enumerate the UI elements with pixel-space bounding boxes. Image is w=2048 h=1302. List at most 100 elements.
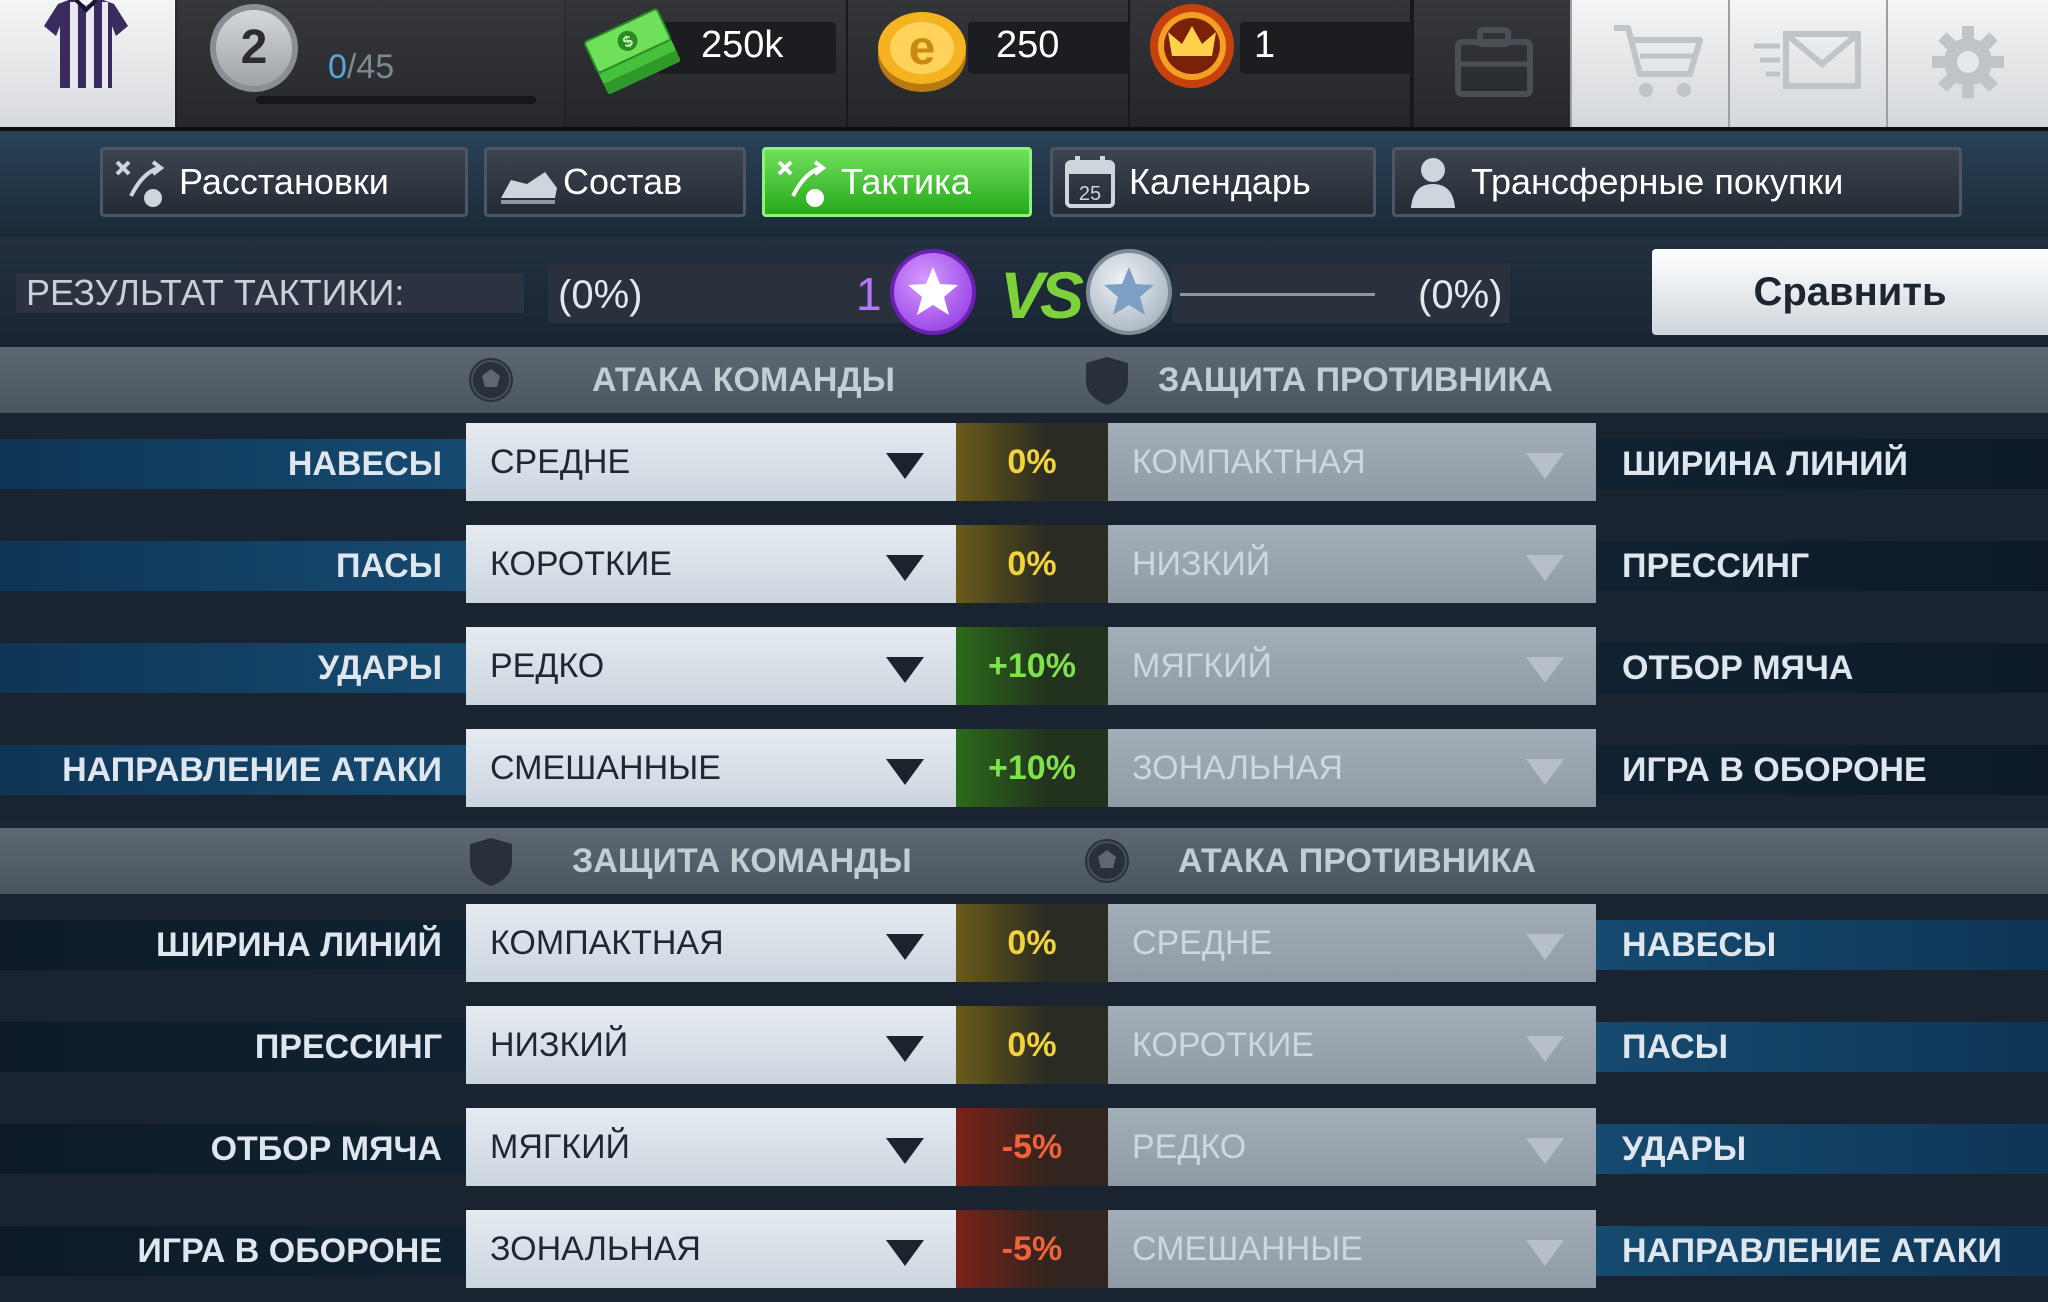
tactic-effect-percent: -5% — [956, 1210, 1108, 1288]
opponent-tactic-label: НАВЕСЫ — [1596, 920, 2048, 970]
tab-transfers[interactable]: Трансферные покупки — [1392, 147, 1962, 217]
tactic-label: ПРЕССИНГ — [0, 1022, 466, 1072]
dropdown-arrow-icon — [1526, 1138, 1564, 1164]
opponent-tactic-value: КОРОТКИЕ — [1108, 1006, 1596, 1084]
tactic-row: ШИРИНА ЛИНИЙ КОМПАКТНАЯ 0% СРЕДНЕ НАВЕСЫ — [0, 894, 2048, 996]
mail-button[interactable] — [1728, 0, 1886, 127]
tactic-label: ПАСЫ — [0, 541, 466, 591]
opponent-star-badge — [1086, 249, 1172, 335]
player-star-badge — [890, 249, 976, 335]
ball-icon — [1085, 839, 1129, 883]
opponent-defense-title: ЗАЩИТА ПРОТИВНИКА — [1158, 361, 1553, 399]
club-jersey-button[interactable] — [0, 0, 175, 127]
level-badge: 2 — [210, 4, 298, 92]
dropdown-arrow-icon — [886, 934, 924, 960]
dropdown-arrow-icon — [1526, 657, 1564, 683]
nav-tabs: Расстановки Состав Тактика 25 Календарь — [0, 131, 2048, 237]
tab-tactics[interactable]: Тактика — [762, 147, 1032, 217]
cart-icon — [1614, 25, 1703, 97]
level-panel[interactable]: 2 0/45 — [178, 0, 564, 127]
tactic-row: УДАРЫ РЕДКО +10% МЯГКИЙ ОТБОР МЯЧА — [0, 617, 2048, 719]
mail-icon — [1754, 31, 1861, 89]
dropdown-arrow-icon — [886, 759, 924, 785]
tactic-dropdown-value: СМЕШАННЫЕ — [490, 749, 721, 787]
dropdown-arrow-icon — [886, 657, 924, 683]
tactic-effect-percent: 0% — [956, 423, 1108, 501]
tactics-result-bar: РЕЗУЛЬТАТ ТАКТИКИ: (0%) 1 VS (0%) Сравни… — [0, 237, 2048, 347]
shield-icon — [470, 838, 512, 886]
cash-panel[interactable]: $ 250k — [566, 0, 848, 127]
tactic-label: УДАРЫ — [0, 643, 466, 693]
tactic-effect-percent: +10% — [956, 627, 1108, 705]
opponent-tactic-value-text: НИЗКИЙ — [1132, 545, 1271, 583]
level-progress: 0/45 — [328, 48, 395, 86]
tactic-label: ИГРА В ОБОРОНЕ — [0, 1226, 466, 1276]
tactic-dropdown[interactable]: НИЗКИЙ — [466, 1006, 956, 1084]
tactic-effect-percent: -5% — [956, 1108, 1108, 1186]
dropdown-arrow-icon — [1526, 759, 1564, 785]
tactic-row: ОТБОР МЯЧА МЯГКИЙ -5% РЕДКО УДАРЫ — [0, 1098, 2048, 1200]
tactic-dropdown[interactable]: СМЕШАННЫЕ — [466, 729, 956, 807]
opponent-tactic-value: КОМПАКТНАЯ — [1108, 423, 1596, 501]
tab-squad[interactable]: Состав — [484, 147, 746, 217]
tab-calendar-label: Календарь — [1129, 161, 1311, 202]
level-progress-bar — [256, 96, 536, 104]
opponent-tactic-label: УДАРЫ — [1596, 1124, 2048, 1174]
tactic-dropdown[interactable]: РЕДКО — [466, 627, 956, 705]
opponent-tactic-value-text: КОРОТКИЕ — [1132, 1026, 1314, 1064]
calendar-day: 25 — [1079, 183, 1101, 205]
tactic-label: НАПРАВЛЕНИЕ АТАКИ — [0, 745, 466, 795]
opponent-tactic-label: НАПРАВЛЕНИЕ АТАКИ — [1596, 1226, 2048, 1276]
dropdown-arrow-icon — [886, 555, 924, 581]
tactic-dropdown[interactable]: МЯГКИЙ — [466, 1108, 956, 1186]
opponent-tactic-value: СМЕШАННЫЕ — [1108, 1210, 1596, 1288]
dropdown-arrow-icon — [1526, 934, 1564, 960]
tactic-dropdown[interactable]: КОРОТКИЕ — [466, 525, 956, 603]
tactic-row: НАВЕСЫ СРЕДНЕ 0% КОМПАКТНАЯ ШИРИНА ЛИНИЙ — [0, 413, 2048, 515]
tactic-effect-percent: 0% — [956, 525, 1108, 603]
opponent-tactic-value: МЯГКИЙ — [1108, 627, 1596, 705]
tactic-dropdown-value: РЕДКО — [490, 647, 605, 685]
opponent-tactic-label: ПРЕССИНГ — [1596, 541, 2048, 591]
defense-team-title: ЗАЩИТА КОМАНДЫ — [572, 842, 912, 880]
tab-calendar[interactable]: 25 Календарь — [1050, 147, 1376, 217]
player-star-count: 1 — [856, 268, 882, 320]
ball-icon — [469, 358, 513, 402]
tactic-dropdown-value: ЗОНАЛЬНАЯ — [490, 1230, 701, 1268]
opponent-tactic-value: НИЗКИЙ — [1108, 525, 1596, 603]
tactic-row: ПРЕССИНГ НИЗКИЙ 0% КОРОТКИЕ ПАСЫ — [0, 996, 2048, 1098]
coins-panel[interactable]: e 250 — [848, 0, 1148, 127]
calendar-icon: 25 — [1065, 156, 1115, 208]
shop-button[interactable] — [1570, 0, 1728, 127]
compare-button[interactable]: Сравнить — [1652, 249, 2048, 335]
tactic-label: НАВЕСЫ — [0, 439, 466, 489]
opponent-tactic-value-text: МЯГКИЙ — [1132, 647, 1272, 685]
briefcase-button[interactable] — [1412, 0, 1570, 127]
shield-icon — [1086, 357, 1128, 405]
dropdown-arrow-icon — [1526, 1240, 1564, 1266]
tactics-icon — [777, 160, 827, 207]
settings-button[interactable] — [1886, 0, 2048, 127]
dropdown-arrow-icon — [886, 453, 924, 479]
briefcase-icon — [1455, 27, 1533, 97]
crowns-panel[interactable]: 1 — [1130, 0, 1430, 127]
crowns-value: 1 — [1254, 24, 1276, 66]
dropdown-arrow-icon — [1526, 555, 1564, 581]
tactic-label: ОТБОР МЯЧА — [0, 1124, 466, 1174]
dropdown-arrow-icon — [886, 1036, 924, 1062]
tactic-dropdown-value: НИЗКИЙ — [490, 1026, 629, 1064]
svg-text:e: e — [909, 22, 936, 75]
tactic-row: ИГРА В ОБОРОНЕ ЗОНАЛЬНАЯ -5% СМЕШАННЫЕ НАПРА… — [0, 1200, 2048, 1302]
attack-team-title: АТАКА КОМАНДЫ — [592, 361, 895, 399]
tab-formations[interactable]: Расстановки — [100, 147, 468, 217]
tactic-dropdown[interactable]: СРЕДНЕ — [466, 423, 956, 501]
tactic-dropdown[interactable]: КОМПАКТНАЯ — [466, 904, 956, 982]
opponent-tactic-label: ОТБОР МЯЧА — [1596, 643, 2048, 693]
formation-icon — [115, 160, 165, 207]
opponent-tactic-value: СРЕДНЕ — [1108, 904, 1596, 982]
opponent-tactic-value-text: СРЕДНЕ — [1132, 924, 1273, 962]
cash-icon: $ — [584, 8, 681, 94]
tactic-effect-percent: 0% — [956, 1006, 1108, 1084]
tactic-effect-percent: +10% — [956, 729, 1108, 807]
tactic-dropdown[interactable]: ЗОНАЛЬНАЯ — [466, 1210, 956, 1288]
